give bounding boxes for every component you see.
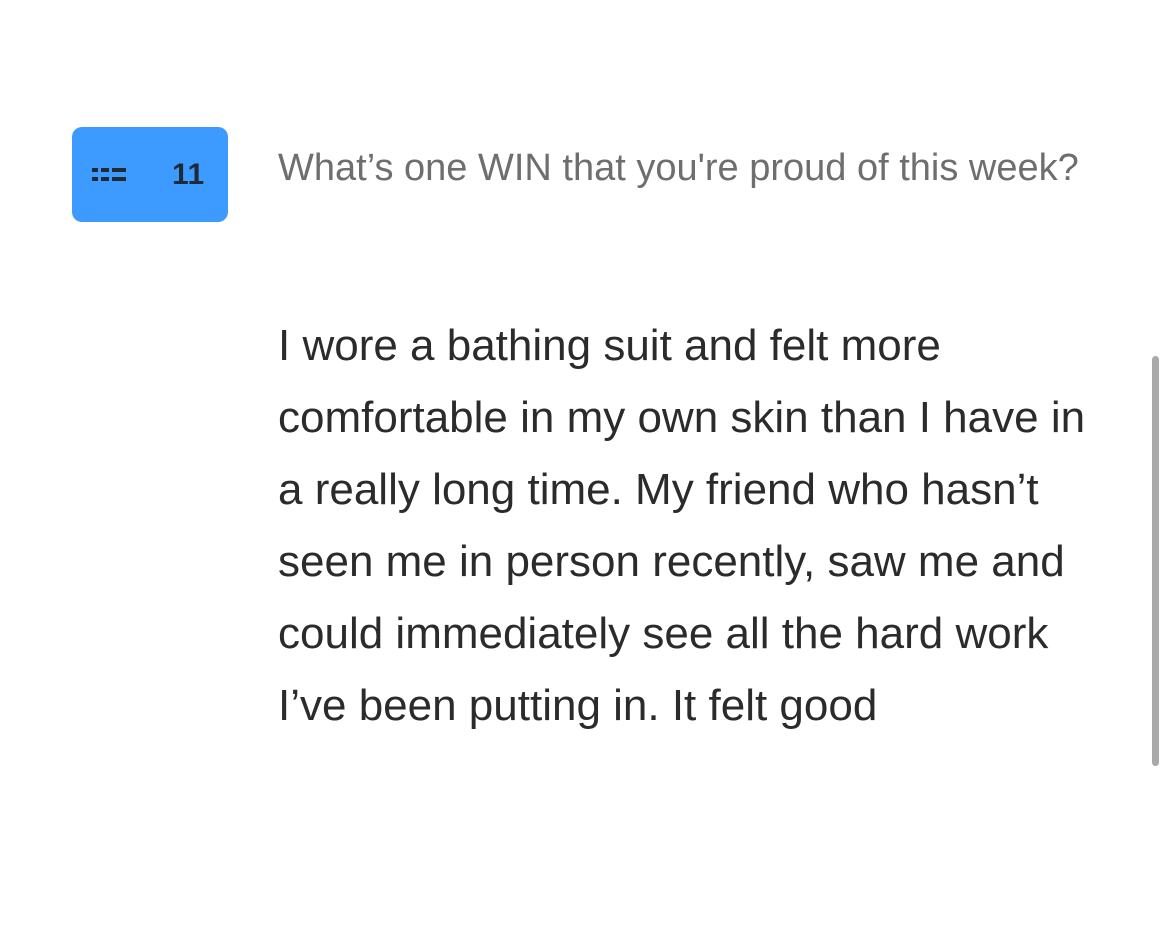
drag-handle-icon xyxy=(92,166,126,184)
survey-response-page: 11 What’s one WIN that you're proud of t… xyxy=(0,0,1170,932)
question-number: 11 xyxy=(172,157,205,191)
question-number-badge[interactable]: 11 xyxy=(72,127,228,222)
question-text: What’s one WIN that you're proud of this… xyxy=(278,147,1079,189)
vertical-scrollbar[interactable] xyxy=(1152,356,1159,766)
answer-text: I wore a bathing suit and felt more comf… xyxy=(278,321,1086,730)
